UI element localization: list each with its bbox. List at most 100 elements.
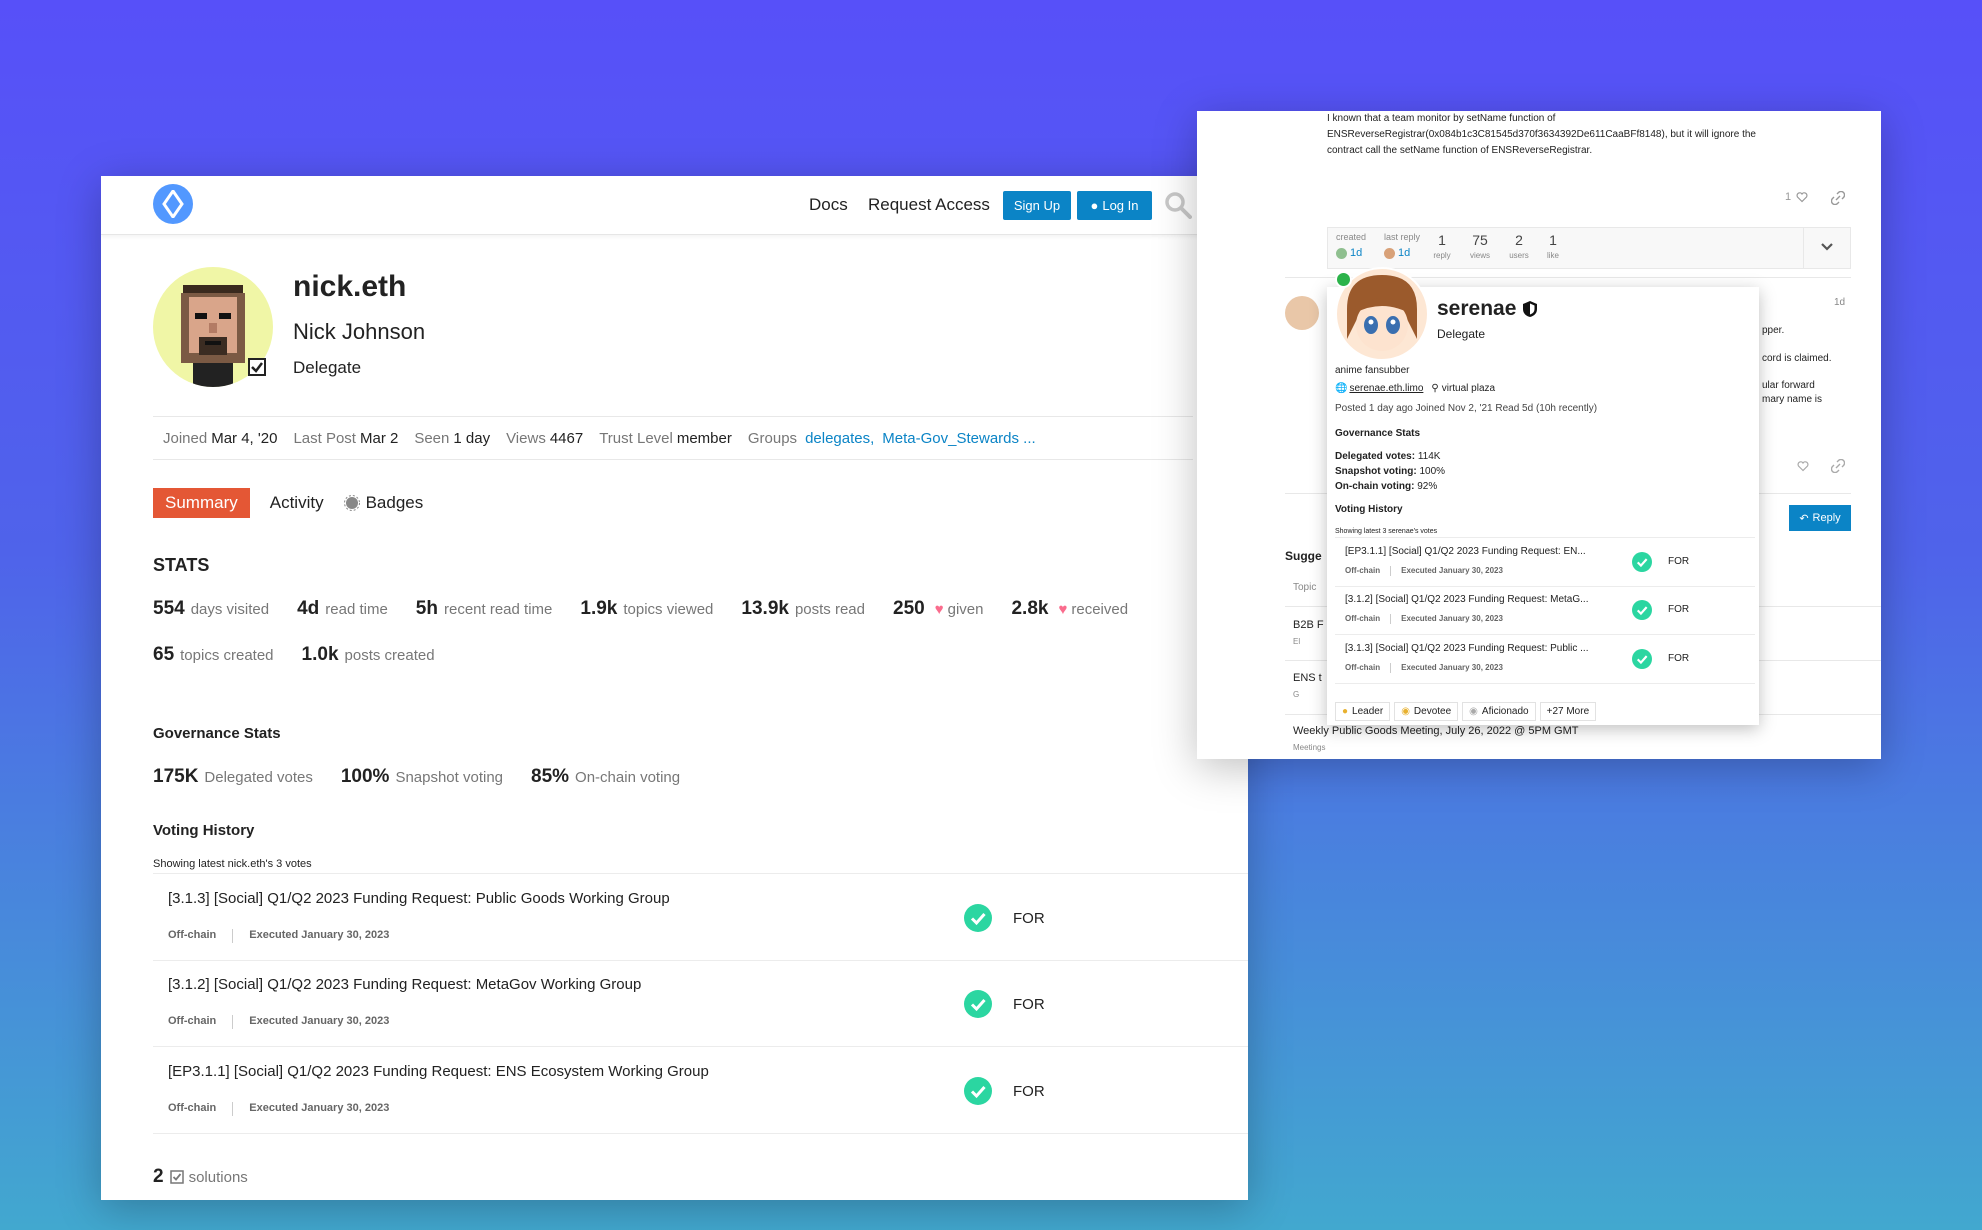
tab-summary[interactable]: Summary xyxy=(153,488,250,518)
log-in-button[interactable]: ● Log In xyxy=(1077,191,1152,220)
badge-devotee[interactable]: ◉ Devotee xyxy=(1394,702,1459,721)
voting-history-heading: Voting History xyxy=(153,822,255,839)
user-card-gov-item: Snapshot voting: 100% xyxy=(1335,466,1445,477)
user-card-website-link[interactable]: serenae.eth.limo xyxy=(1349,383,1423,394)
group-delegates-link[interactable]: delegates, xyxy=(805,430,874,447)
vote-executed: Executed January 30, 2023 xyxy=(1401,566,1503,575)
vote-row[interactable]: [3.1.2] [Social] Q1/Q2 2023 Funding Requ… xyxy=(153,960,1248,1047)
created-value[interactable]: 1d xyxy=(1350,247,1362,259)
heart-icon[interactable] xyxy=(1796,191,1808,203)
vote-title[interactable]: [3.1.3] [Social] Q1/Q2 2023 Funding Requ… xyxy=(1345,643,1588,654)
stat-posts-read-label: posts read xyxy=(794,601,865,618)
vote-title[interactable]: [3.1.2] [Social] Q1/Q2 2023 Funding Requ… xyxy=(1345,594,1588,605)
link-icon[interactable] xyxy=(1831,459,1845,473)
badge-aficionado[interactable]: ◉ Aficionado xyxy=(1462,702,1536,721)
gov-key: On-chain voting: xyxy=(1335,481,1415,492)
vote-row[interactable]: [EP3.1.1] [Social] Q1/Q2 2023 Funding Re… xyxy=(1335,537,1755,587)
gov-snapshot-label: Snapshot voting xyxy=(395,769,504,786)
reply-button[interactable]: ↶ Reply xyxy=(1789,505,1851,531)
vote-choice: FOR xyxy=(1013,996,1045,1013)
user-card-vote-caption: Showing latest 3 serenae's votes xyxy=(1335,528,1438,535)
topic-map-replies: 1 xyxy=(1438,232,1446,248)
solution-check-icon xyxy=(169,1170,184,1184)
tab-activity[interactable]: Activity xyxy=(270,493,324,513)
stat-likes-received: ♥ received xyxy=(1054,601,1128,618)
profile-meta-bar: Joined Mar 4, '20 Last Post Mar 2 Seen 1 da… xyxy=(153,416,1193,460)
user-card: serenae Delegate anime fansubber 🌐 seren… xyxy=(1327,267,1759,725)
heart-icon[interactable] xyxy=(1797,460,1809,472)
search-icon[interactable] xyxy=(1164,191,1192,219)
badge-label: Leader xyxy=(1352,706,1384,717)
post-age[interactable]: 1d xyxy=(1834,297,1845,308)
full-name: Nick Johnson xyxy=(293,319,426,344)
group-meta-gov-link[interactable]: Meta-Gov_Stewards ... xyxy=(882,430,1035,447)
topic-map: created 1d last reply 1d 1 reply 75 view… xyxy=(1327,227,1851,269)
nav-docs-link[interactable]: Docs xyxy=(809,195,848,215)
badge-leader[interactable]: ● Leader xyxy=(1335,702,1391,721)
badges-more[interactable]: +27 More xyxy=(1539,702,1597,721)
tab-badges[interactable]: Badges xyxy=(343,493,423,513)
suggested-topic-title[interactable]: ENS t xyxy=(1293,672,1322,684)
badge-icon: ◉ xyxy=(1401,706,1410,717)
stat-read-time-value: 4d xyxy=(297,598,320,619)
topic-map-expand-button[interactable] xyxy=(1803,228,1850,268)
vote-executed: Executed January 30, 2023 xyxy=(249,1015,390,1027)
vote-choice: FOR xyxy=(1668,653,1690,664)
suggested-topics-heading: Sugge xyxy=(1285,549,1322,563)
vote-row[interactable]: [3.1.3] [Social] Q1/Q2 2023 Funding Requ… xyxy=(1335,635,1755,684)
gov-key: Snapshot voting: xyxy=(1335,466,1417,477)
vote-executed: Executed January 30, 2023 xyxy=(1401,663,1503,672)
solution-check-icon xyxy=(248,358,266,376)
profile-tabs: Summary Activity Badges xyxy=(153,488,423,518)
topic-map-views: 75 xyxy=(1472,232,1488,248)
avatar[interactable] xyxy=(1384,248,1395,259)
user-card-username: serenae xyxy=(1437,297,1517,320)
vote-chain: Off-chain xyxy=(168,1015,217,1027)
vote-row[interactable]: [EP3.1.1] [Social] Q1/Q2 2023 Funding Re… xyxy=(153,1047,1248,1134)
nav-request-access-link[interactable]: Request Access xyxy=(868,195,990,215)
suggested-topic-category[interactable]: Meetings xyxy=(1293,743,1325,752)
solutions-label: solutions xyxy=(188,1168,248,1186)
last-post-value[interactable]: Mar 2 xyxy=(360,430,398,447)
avatar[interactable] xyxy=(1336,248,1347,259)
last-reply-value[interactable]: 1d xyxy=(1398,247,1410,259)
suggested-topic-category[interactable]: G xyxy=(1293,690,1299,699)
stats-row-1: 554 days visited 4d read time 5h recent rea… xyxy=(153,598,1156,620)
gov-delegated-value: 175K xyxy=(153,766,199,787)
vote-chain: Off-chain xyxy=(1345,663,1381,672)
globe-icon: 🌐 xyxy=(1335,383,1348,394)
check-circle-icon xyxy=(964,904,992,932)
seen-value: 1 day xyxy=(453,429,491,447)
stat-posts-created-label: posts created xyxy=(344,647,435,664)
site-header: Docs Request Access Sign Up ● Log In xyxy=(101,176,1248,235)
log-in-label: Log In xyxy=(1102,198,1139,213)
check-circle-icon xyxy=(1632,552,1652,572)
suggested-topic-category[interactable]: El xyxy=(1293,637,1300,646)
link-icon[interactable] xyxy=(1831,191,1845,205)
user-title: Delegate xyxy=(293,358,362,377)
suggested-topic-title[interactable]: B2B F xyxy=(1293,619,1324,631)
topic-map-replies-label: reply xyxy=(1433,251,1451,260)
vote-title[interactable]: [EP3.1.1] [Social] Q1/Q2 2023 Funding Re… xyxy=(1345,546,1586,557)
sign-up-button[interactable]: Sign Up xyxy=(1003,191,1071,220)
suggested-topic-title[interactable]: Weekly Public Goods Meeting, July 26, 20… xyxy=(1293,725,1578,737)
vote-row[interactable]: [3.1.2] [Social] Q1/Q2 2023 Funding Requ… xyxy=(1335,586,1755,635)
reply-label: Reply xyxy=(1812,512,1841,524)
vote-chain: Off-chain xyxy=(168,1102,217,1114)
user-card-name[interactable]: serenae xyxy=(1437,297,1538,321)
like-count[interactable]: 1 xyxy=(1785,191,1808,203)
vote-title[interactable]: [3.1.2] [Social] Q1/Q2 2023 Funding Requ… xyxy=(168,976,641,993)
ens-logo-icon[interactable] xyxy=(153,184,193,224)
vote-row[interactable]: [3.1.3] [Social] Q1/Q2 2023 Funding Requ… xyxy=(153,873,1248,961)
last-post-label: Last Post xyxy=(293,429,356,447)
stat-days-visited-label: days visited xyxy=(190,601,270,618)
vote-title[interactable]: [EP3.1.1] [Social] Q1/Q2 2023 Funding Re… xyxy=(168,1063,709,1080)
stat-posts-created-value: 1.0k xyxy=(301,644,339,665)
trust-label: Trust Level xyxy=(599,429,673,447)
avatar[interactable] xyxy=(1285,296,1319,330)
badge-icon xyxy=(343,495,360,511)
vote-title[interactable]: [3.1.3] [Social] Q1/Q2 2023 Funding Requ… xyxy=(168,890,670,907)
profile-window: Docs Request Access Sign Up ● Log In nic… xyxy=(101,176,1248,1200)
shield-icon xyxy=(1523,301,1538,317)
stat-days-visited-value: 554 xyxy=(153,598,185,619)
